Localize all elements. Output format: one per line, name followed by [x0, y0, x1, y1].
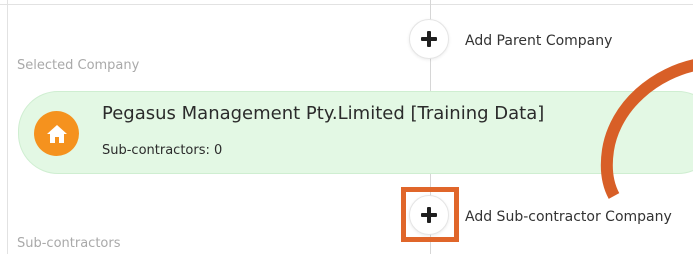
add-parent-company-button[interactable] — [409, 19, 449, 59]
home-icon — [46, 124, 67, 143]
frame-left-border — [7, 0, 8, 254]
subcontractors-count: Sub-contractors: 0 — [102, 143, 223, 158]
plus-icon — [421, 31, 437, 47]
add-subcontractor-company-label[interactable]: Add Sub-contractor Company — [465, 209, 672, 225]
selected-company-section-label: Selected Company — [17, 58, 140, 73]
selected-company-name: Pegasus Management Pty.Limited [Training… — [102, 103, 545, 124]
company-hierarchy-view: Add Parent Company Selected Company Pega… — [0, 0, 693, 254]
frame-top-border — [0, 4, 693, 5]
company-home-badge — [34, 111, 79, 156]
subcontractors-section-label: Sub-contractors — [17, 236, 121, 251]
plus-icon — [421, 207, 437, 223]
add-parent-company-label[interactable]: Add Parent Company — [465, 33, 612, 49]
add-subcontractor-company-button[interactable] — [409, 195, 449, 235]
